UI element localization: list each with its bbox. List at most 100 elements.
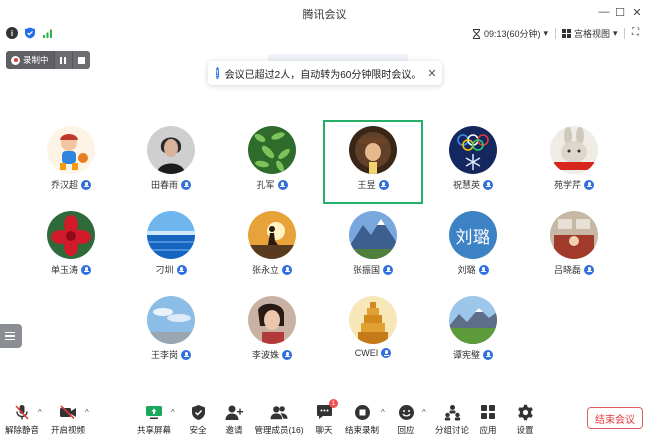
participant-name: 祝慧英 bbox=[452, 180, 480, 190]
participant-tile[interactable]: 苑学芹 bbox=[524, 120, 624, 204]
mic-muted-icon bbox=[282, 264, 292, 275]
close-icon[interactable]: ✕ bbox=[427, 67, 436, 80]
mic-off-icon bbox=[13, 403, 31, 421]
shield-icon[interactable] bbox=[24, 27, 36, 39]
participant-tile[interactable]: 谭宪璧 bbox=[423, 290, 523, 374]
pause-recording-button[interactable] bbox=[53, 51, 72, 69]
avatar bbox=[248, 296, 296, 344]
info-icon[interactable]: i bbox=[6, 27, 18, 39]
settings-button[interactable]: 设置 bbox=[503, 403, 547, 436]
invite-button[interactable]: 邀请 bbox=[212, 403, 256, 436]
participant-tile[interactable]: 单玉涛 bbox=[21, 205, 121, 289]
participant-name: 刘璐 bbox=[457, 265, 476, 275]
participant-tile[interactable]: 乔汉超 bbox=[21, 120, 121, 204]
start-video-button[interactable]: 开启视频 bbox=[46, 403, 90, 436]
close-window-icon[interactable]: ✕ bbox=[629, 4, 645, 20]
avatar bbox=[248, 126, 296, 174]
record-icon bbox=[11, 55, 20, 65]
chat-label: 聊天 bbox=[315, 425, 333, 435]
participant-tile[interactable]: 刁圳 bbox=[121, 205, 221, 289]
participant-name: 苑学芹 bbox=[553, 180, 581, 190]
recording-status: 录制中 bbox=[6, 51, 54, 69]
mic-muted-icon bbox=[584, 264, 594, 275]
divider bbox=[555, 28, 556, 39]
mic-muted-icon bbox=[584, 179, 594, 190]
share-screen-button[interactable]: 共享屏幕 bbox=[132, 403, 176, 436]
participant-name-row: 刘璐 bbox=[423, 263, 523, 276]
participant-tile[interactable]: CWEI bbox=[323, 290, 423, 374]
meeting-toolbar: 解除静音 ^ 开启视频 ^ 共享屏幕 ^ 安全 邀请 管理成员(16) 1 聊天… bbox=[0, 396, 649, 439]
notification-toast: ! 会议已超过2人，自动转为60分钟限时会议。 ✕ bbox=[208, 61, 442, 85]
member-list-toggle[interactable] bbox=[0, 324, 22, 348]
view-switch-button[interactable]: 宫格视图 ▾ bbox=[562, 27, 618, 40]
manage-members-button[interactable]: 管理成员(16) bbox=[254, 403, 304, 436]
participant-name-row: 苑学芹 bbox=[524, 178, 624, 191]
minimize-icon[interactable]: — bbox=[596, 4, 612, 20]
share-options-chevron-icon[interactable]: ^ bbox=[171, 408, 175, 417]
avatar-text: 刘璐 bbox=[449, 211, 497, 259]
react-options-chevron-icon[interactable]: ^ bbox=[422, 408, 426, 417]
camera-off-icon bbox=[59, 403, 77, 421]
participant-name: 吕晓磊 bbox=[553, 265, 581, 275]
participant-name-row: 田春雨 bbox=[121, 178, 221, 191]
fullscreen-icon[interactable]: ⛶ bbox=[632, 27, 639, 38]
participant-name: 王李岗 bbox=[150, 350, 178, 360]
avatar bbox=[349, 211, 397, 259]
view-label: 宫格视图 bbox=[574, 29, 611, 39]
participant-name: 李波姝 bbox=[251, 350, 279, 360]
participant-name: 单玉涛 bbox=[50, 265, 78, 275]
pause-icon bbox=[60, 56, 67, 64]
participant-tile[interactable]: 王李岗 bbox=[121, 290, 221, 374]
mic-muted-icon bbox=[483, 179, 493, 190]
avatar bbox=[349, 126, 397, 174]
participant-tile[interactable]: 吕晓磊 bbox=[524, 205, 624, 289]
grid-view-icon bbox=[562, 29, 571, 38]
settings-label: 设置 bbox=[516, 425, 534, 435]
mic-muted-icon bbox=[176, 264, 187, 275]
end-meeting-button[interactable]: 结束会议 bbox=[587, 407, 643, 429]
participant-name: 孔军 bbox=[256, 180, 275, 190]
participant-name-row: CWEI bbox=[323, 348, 423, 358]
participant-name-row: 王李岗 bbox=[121, 348, 221, 361]
participant-name: 张振国 bbox=[352, 265, 380, 275]
participant-tile[interactable]: 王昱 bbox=[323, 120, 423, 204]
participant-tile[interactable]: 李波姝 bbox=[222, 290, 322, 374]
unmute-label: 解除静音 bbox=[4, 425, 39, 435]
participant-tile[interactable]: 刘璐 刘璐 bbox=[423, 205, 523, 289]
avatar bbox=[147, 211, 195, 259]
mic-muted-icon bbox=[478, 264, 489, 275]
participant-name: 田春雨 bbox=[150, 180, 178, 190]
end-recording-label: 结束录制 bbox=[344, 425, 379, 435]
members-icon bbox=[270, 403, 288, 421]
react-label: 回应 bbox=[397, 425, 415, 435]
avatar bbox=[147, 296, 195, 344]
video-options-chevron-icon[interactable]: ^ bbox=[85, 408, 89, 417]
mic-options-chevron-icon[interactable]: ^ bbox=[38, 408, 42, 417]
avatar: 刘璐 bbox=[449, 211, 497, 259]
participant-name: 王昱 bbox=[357, 180, 376, 190]
stop-recording-button[interactable] bbox=[71, 51, 90, 69]
participant-name-row: 乔汉超 bbox=[21, 178, 121, 191]
avatar bbox=[248, 211, 296, 259]
participant-name: 谭宪璧 bbox=[452, 350, 480, 360]
shield-icon bbox=[189, 403, 207, 421]
divider bbox=[624, 28, 625, 39]
signal-icon[interactable] bbox=[42, 27, 54, 39]
video-label: 开启视频 bbox=[50, 425, 85, 435]
info-icon: ! bbox=[216, 67, 219, 79]
participant-tile[interactable]: 祝慧英 bbox=[423, 120, 523, 204]
participant-tile[interactable]: 张永立 bbox=[222, 205, 322, 289]
participant-name-row: 单玉涛 bbox=[21, 263, 121, 276]
gear-icon bbox=[516, 403, 534, 421]
participant-name-row: 王昱 bbox=[325, 178, 421, 191]
end-recording-button[interactable]: 结束录制 bbox=[340, 403, 384, 436]
participant-name-row: 吕晓磊 bbox=[524, 263, 624, 276]
mic-muted-icon bbox=[378, 179, 389, 190]
participant-tile[interactable]: 张振国 bbox=[323, 205, 423, 289]
maximize-icon[interactable]: ☐ bbox=[612, 4, 628, 20]
meeting-timer[interactable]: 09:13(60分钟) ▾ bbox=[472, 27, 548, 40]
mic-muted-icon bbox=[81, 264, 91, 275]
mic-muted-icon bbox=[81, 179, 91, 190]
participant-tile[interactable]: 田春雨 bbox=[121, 120, 221, 204]
participant-tile[interactable]: 孔军 bbox=[222, 120, 322, 204]
